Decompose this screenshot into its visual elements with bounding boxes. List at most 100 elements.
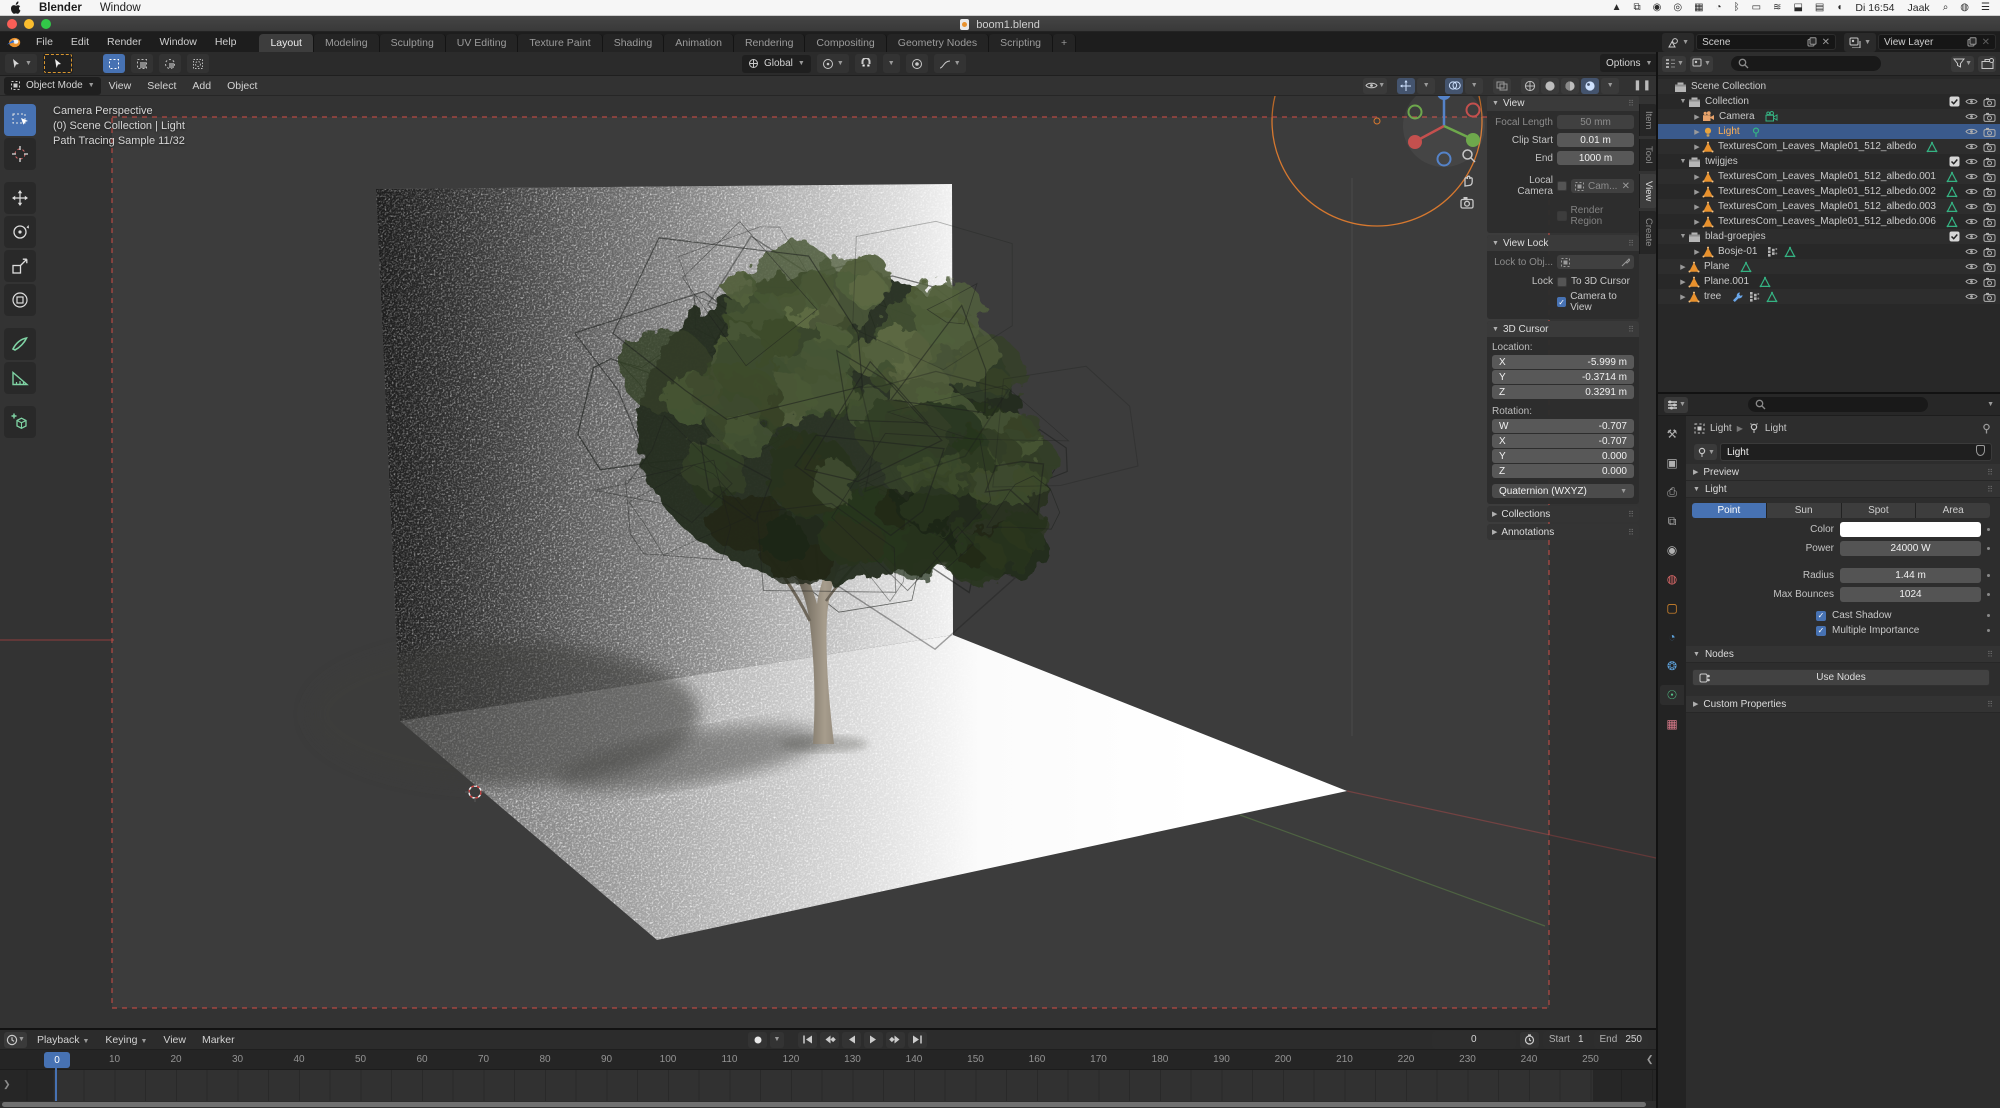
visibility-dropdown[interactable]: ▼ <box>1363 78 1387 94</box>
mode-dropdown[interactable]: Object Mode▼ <box>4 77 101 95</box>
cursor-z-field[interactable]: Z0.3291 m <box>1492 385 1634 399</box>
mesh-data-icon[interactable] <box>1926 141 1938 153</box>
tool-rotate-button[interactable] <box>4 216 36 248</box>
zoom-view-icon[interactable] <box>1461 148 1477 164</box>
outliner-row[interactable]: ▶TexturesCom_Leaves_Maple01_512_albedo.0… <box>1658 199 2000 214</box>
radius-field[interactable]: 1.44 m <box>1840 568 1981 583</box>
panel-nodes-header[interactable]: ▼Nodes⠿ <box>1686 646 2000 663</box>
topbar-menu-render[interactable]: Render <box>98 36 150 48</box>
light-datablock-dropdown[interactable]: ▼ <box>1694 444 1717 460</box>
tool-scale-button[interactable] <box>4 250 36 282</box>
disable-in-renders-icon[interactable] <box>1983 217 1996 227</box>
tool-annotate-button[interactable] <box>4 328 36 360</box>
editor-divider-timeline[interactable] <box>0 1028 1656 1030</box>
outliner-search-input[interactable] <box>1731 56 1881 71</box>
workspace-tab-rendering[interactable]: Rendering <box>734 34 805 52</box>
outliner-filter-mode-dropdown[interactable]: ▼ <box>1690 56 1713 72</box>
disable-in-renders-icon[interactable] <box>1983 127 1996 137</box>
mesh-data-icon[interactable] <box>1946 201 1958 213</box>
app-ring-icon[interactable]: ◎ <box>1673 2 1682 13</box>
view-layer-selector-icon[interactable]: ▼ <box>1844 33 1876 52</box>
collection-icon[interactable] <box>1688 96 1701 108</box>
breadcrumb-data[interactable]: Light <box>1765 423 1787 434</box>
fake-user-shield-icon[interactable] <box>1976 445 1985 459</box>
add-workspace-button[interactable]: + <box>1053 34 1076 52</box>
viewport-canvas[interactable] <box>0 96 1656 1030</box>
cursor-x-field[interactable]: X-5.999 m <box>1492 355 1634 369</box>
light-type-area-button[interactable]: Area <box>1916 503 1990 518</box>
disable-in-renders-icon[interactable] <box>1983 277 1996 287</box>
tool-fallback-dropdown[interactable]: ▼ <box>5 54 37 73</box>
mesh-obj-icon[interactable] <box>1688 276 1700 288</box>
properties-tab-render[interactable]: ▣ <box>1660 453 1684 473</box>
camera-data-icon[interactable] <box>1765 111 1778 122</box>
hide-in-viewport-icon[interactable] <box>1965 202 1978 211</box>
mesh-obj-icon[interactable] <box>1688 291 1700 303</box>
shading-dropdown[interactable]: ▼ <box>1601 78 1619 94</box>
workspace-tab-texture-paint[interactable]: Texture Paint <box>518 34 602 52</box>
spotlight-icon[interactable]: ⌕ <box>1943 2 1949 13</box>
tool-select-box-button[interactable] <box>4 104 36 136</box>
panel-light-header[interactable]: ▼Light⠿ <box>1686 481 2000 498</box>
timeline-track[interactable]: ❯ <box>0 1070 1656 1101</box>
display-icon[interactable]: ⧉ <box>1633 2 1640 13</box>
mesh-obj-icon[interactable] <box>1702 201 1714 213</box>
workspace-tab-scripting[interactable]: Scripting <box>989 34 1053 52</box>
exclude-checkbox[interactable] <box>1949 231 1960 242</box>
select-mode-lasso[interactable] <box>187 54 209 73</box>
proportional-editing-toggle[interactable] <box>906 54 928 73</box>
particles-icon[interactable] <box>1749 291 1760 302</box>
menubar-clock[interactable]: Di 16:54 <box>1855 2 1894 14</box>
mesh-obj-icon[interactable] <box>1702 171 1714 183</box>
new-collection-button[interactable] <box>1978 56 1996 72</box>
hide-in-viewport-icon[interactable] <box>1965 142 1978 151</box>
mesh-data-icon[interactable] <box>1740 261 1752 273</box>
hide-in-viewport-icon[interactable] <box>1965 157 1978 166</box>
to-3d-cursor-checkbox[interactable] <box>1557 277 1567 287</box>
outliner-row[interactable]: Scene Collection <box>1658 79 2000 94</box>
camera-view-icon[interactable] <box>1460 196 1477 209</box>
light-type-spot-button[interactable]: Spot <box>1842 503 1916 518</box>
topbar-menu-file[interactable]: File <box>27 36 62 48</box>
menubar-app-name[interactable]: Blender <box>39 2 82 14</box>
disable-in-renders-icon[interactable] <box>1983 232 1996 242</box>
select-mode-tweak[interactable] <box>103 54 125 73</box>
properties-tab-physics[interactable]: ❂ <box>1660 656 1684 676</box>
gizmos-dropdown[interactable]: ▼ <box>1417 78 1435 94</box>
previous-keyframe-button[interactable] <box>820 1032 839 1048</box>
local-camera-field[interactable]: Cam...✕ <box>1571 179 1634 193</box>
panel-preview-header[interactable]: ▶Preview⠿ <box>1686 464 2000 481</box>
outliner-row[interactable]: ▶Camera <box>1658 109 2000 124</box>
time-machine-icon[interactable]: ◔ <box>1716 2 1722 13</box>
outliner-display-mode-dropdown[interactable]: ▼ <box>1662 56 1686 72</box>
mesh-obj-icon[interactable] <box>1702 246 1714 258</box>
select-mode-circle[interactable] <box>159 54 181 73</box>
overlays-toggle[interactable] <box>1445 78 1463 94</box>
viewport-menu-object[interactable]: Object <box>219 80 265 92</box>
workspace-tab-compositing[interactable]: Compositing <box>805 34 886 52</box>
use-preview-range-toggle[interactable] <box>1520 1032 1539 1048</box>
frame-end-field[interactable]: End250 <box>1594 1031 1648 1049</box>
tool-transform-button[interactable] <box>4 284 36 316</box>
light-obj-icon[interactable] <box>1702 126 1714 138</box>
tool-move-button[interactable] <box>4 182 36 214</box>
exclude-checkbox[interactable] <box>1949 156 1960 167</box>
hide-in-viewport-icon[interactable] <box>1965 232 1978 241</box>
hide-in-viewport-icon[interactable] <box>1965 217 1978 226</box>
camera-obj-icon[interactable] <box>1702 111 1715 122</box>
properties-tab-world[interactable]: ◍ <box>1660 569 1684 589</box>
tool-add-cube-button[interactable] <box>4 406 36 438</box>
disable-in-renders-icon[interactable] <box>1983 157 1996 167</box>
pan-view-icon[interactable] <box>1461 172 1477 188</box>
mesh-data-icon[interactable] <box>1946 216 1958 228</box>
outliner-row[interactable]: ▶Plane <box>1658 259 2000 274</box>
pin-icon[interactable] <box>1981 423 1992 434</box>
outliner-row[interactable]: ▶TexturesCom_Leaves_Maple01_512_albedo.0… <box>1658 214 2000 229</box>
rotation-mode-dropdown[interactable]: Quaternion (WXYZ)▼ <box>1492 484 1634 498</box>
disable-in-renders-icon[interactable] <box>1983 172 1996 182</box>
collection-icon[interactable] <box>1688 231 1701 243</box>
clip-start-field[interactable]: 0.01 m <box>1557 133 1634 147</box>
volume-icon[interactable]: ◖ <box>1836 2 1842 13</box>
properties-search-input[interactable] <box>1748 397 1928 412</box>
panel-view-header[interactable]: ▼View⠿ <box>1487 95 1639 111</box>
